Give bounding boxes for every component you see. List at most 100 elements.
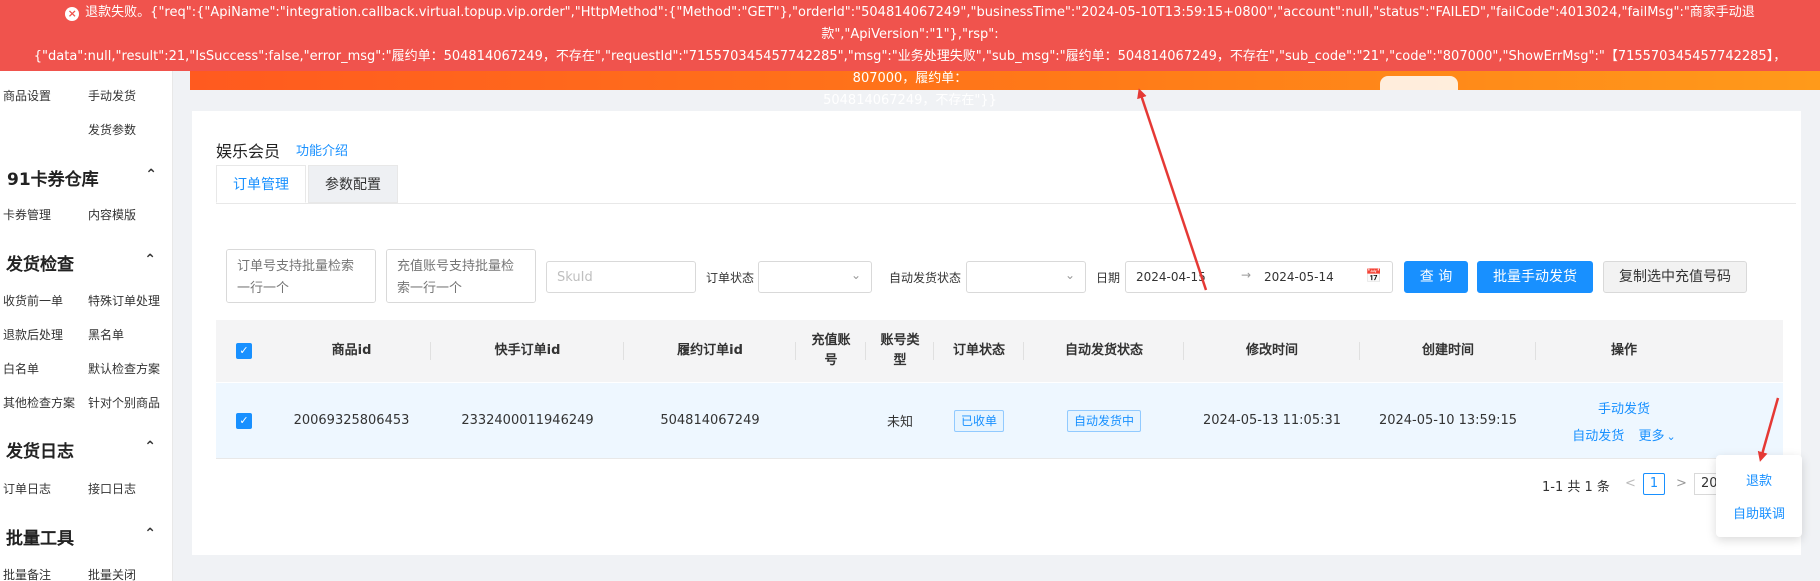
sidebar-group-card-warehouse[interactable]: 91卡券仓库 ⌃ [7,165,157,190]
more-dropdown-menu: 退款 自助联调 [1716,455,1802,537]
order-no-input[interactable] [226,249,376,303]
chevron-down-icon: ⌄ [850,268,861,282]
sidebar-item-batch-close[interactable]: 批量关闭 [88,566,136,581]
action-row: 自动发货 更多 ⌄ [1572,425,1675,444]
sidebar-item-blacklist[interactable]: 黑名单 [88,326,124,343]
sidebar-row: 白名单 默认检查方案 [3,360,168,378]
help-link[interactable]: 功能介绍 [296,140,348,159]
cell-account-type: 未知 [886,415,913,430]
order-status-select[interactable]: ⌄ [758,261,872,293]
column-header: 订单状态 [934,320,1024,382]
auto-ship-status-select[interactable]: ⌄ [966,261,1086,293]
sidebar-item-other-check[interactable]: 其他检查方案 [3,394,75,411]
row-checkbox[interactable]: ✓ [236,412,252,429]
chevron-up-icon: ⌃ [145,167,157,183]
sidebar-item-ship-params[interactable]: 发货参数 [88,121,136,138]
column-header: 修改时间 [1184,320,1360,382]
error-line: {"data":null,"result":21,"IsSuccess":fal… [33,49,1787,86]
cell-actions: 手动发货 自动发货 更多 ⌄ [1536,383,1712,458]
error-notification: × 退款失败。{"req":{"ApiName":"integration.cal… [0,0,1820,108]
sidebar-row: 收货前一单 特殊订单处理 [3,292,168,310]
chevron-right-icon[interactable]: > [1676,476,1687,491]
date-start[interactable]: 2024-04-15 [1136,270,1206,284]
select-all-checkbox[interactable]: ✓ [236,343,252,359]
arrow-right-icon: → [1241,268,1252,282]
auto-ship-link[interactable]: 自动发货 [1572,429,1624,444]
main-card: 娱乐会员 功能介绍 订单管理 参数配置 订单状态 ⌄ 自动发货状态 ⌄ 日期 2… [192,111,1801,555]
sidebar-item-batch-remark[interactable]: 批量备注 [3,566,51,581]
sidebar-row: 发货参数 [3,121,168,139]
sidebar-item-specific-product[interactable]: 针对个别商品 [88,394,160,411]
cell-product-id: 20069325806453 [293,413,410,428]
menu-item-refund[interactable]: 退款 [1716,470,1802,489]
sidebar-item-default-check[interactable]: 默认检查方案 [88,360,160,377]
column-header-label: 商品id [331,343,372,358]
column-header: 自动发货状态 [1024,320,1184,382]
chevron-down-icon: ⌄ [1666,429,1676,443]
sidebar-item-card-manage[interactable]: 卡券管理 [3,206,51,223]
cell-order-status: 已收单 [934,383,1024,458]
tab-divider [216,203,1796,204]
sidebar-row: 其他检查方案 针对个别商品 [3,394,168,412]
sidebar-group-ship-check[interactable]: 发货检查 ⌃ [6,250,156,275]
sidebar-group-label: 发货日志 [6,442,74,462]
date-label: 日期 [1096,271,1121,285]
copy-recharge-number-button[interactable]: 复制选中充值号码 [1603,261,1747,293]
calendar-icon: 📅 [1365,269,1382,284]
column-header-label: 操作 [1610,343,1637,358]
auto-ship-status-label: 自动发货状态 [889,271,962,285]
tab-param-config[interactable]: 参数配置 [308,165,398,203]
sidebar-row: 批量备注 批量关闭 [3,566,168,581]
table-row[interactable]: ✓ 20069325806453 2332400011946249 504814… [216,383,1783,459]
sidebar-item-special-order[interactable]: 特殊订单处理 [88,292,160,309]
sidebar-item-pre-receipt[interactable]: 收货前一单 [3,292,63,309]
column-header-label: 修改时间 [1245,343,1298,358]
column-header: 充值账号 [796,320,866,382]
date-end[interactable]: 2024-05-14 [1264,270,1334,284]
chevron-up-icon: ⌃ [144,252,156,268]
cell-fulfill-order-id: 504814067249 [660,413,760,428]
skuid-input[interactable] [546,261,696,293]
chevron-down-icon: ⌄ [1064,268,1075,282]
more-link[interactable]: 更多 ⌄ [1638,429,1675,444]
chevron-left-icon[interactable]: < [1625,476,1636,491]
pagination-total: 1-1 共 1 条 [1542,480,1610,495]
column-header: 履约订单id [624,320,796,382]
menu-item-self-test[interactable]: 自助联调 [1716,503,1802,522]
tab-order-management[interactable]: 订单管理 [216,165,306,203]
column-header: 账号类型 [866,320,934,382]
sidebar-item-whitelist[interactable]: 白名单 [3,360,39,377]
column-header: 操作 [1536,320,1712,382]
table-header: ✓ 商品id 快手订单id 履约订单id 充值账号 账号类型 订单状态 自动发货… [216,320,1783,382]
date-range-picker[interactable]: 2024-04-15 → 2024-05-14 📅 [1125,261,1393,293]
sidebar-row: 退款后处理 黑名单 [3,326,168,344]
sidebar-row: 卡券管理 内容模版 [3,206,168,224]
sidebar-group-label: 批量工具 [6,529,74,549]
page-title: 娱乐会员 [216,142,281,161]
sidebar-item-order-log[interactable]: 订单日志 [3,480,51,497]
sidebar-group-batch-tools[interactable]: 批量工具 ⌃ [6,524,156,549]
sidebar-group-label: 发货检查 [6,255,74,275]
pagination-page[interactable]: 1 [1643,473,1665,495]
sidebar-item-content-template[interactable]: 内容模版 [88,206,136,223]
close-circle-icon[interactable]: × [65,7,80,21]
row-select-cell: ✓ [216,383,272,458]
column-header-label: 订单状态 [952,343,1005,358]
manual-ship-link[interactable]: 手动发货 [1598,398,1650,417]
error-line: × 退款失败。{"req":{"ApiName":"integration.cal… [20,2,1800,46]
batch-manual-ship-button[interactable]: 批量手动发货 [1477,261,1593,293]
sidebar-group-ship-log[interactable]: 发货日志 ⌃ [6,437,156,462]
column-header: 快手订单id [431,320,624,382]
cell-kuaishou-order-id: 2332400011946249 [461,413,594,428]
sidebar-item-post-refund[interactable]: 退款后处理 [3,326,63,343]
account-input[interactable] [386,249,536,303]
column-header-label: 自动发货状态 [1064,343,1143,358]
more-label: 更多 [1638,428,1665,444]
sidebar-item-api-log[interactable]: 接口日志 [88,480,136,497]
error-line: 504814067249，不存在"}} [823,93,997,108]
query-button[interactable]: 查 询 [1404,261,1468,293]
chevron-up-icon: ⌃ [144,439,156,455]
column-header-label: 快手订单id [494,343,561,358]
cell-modified-time: 2024-05-13 11:05:31 [1202,413,1342,428]
sidebar-group-label: 91卡券仓库 [7,170,99,190]
